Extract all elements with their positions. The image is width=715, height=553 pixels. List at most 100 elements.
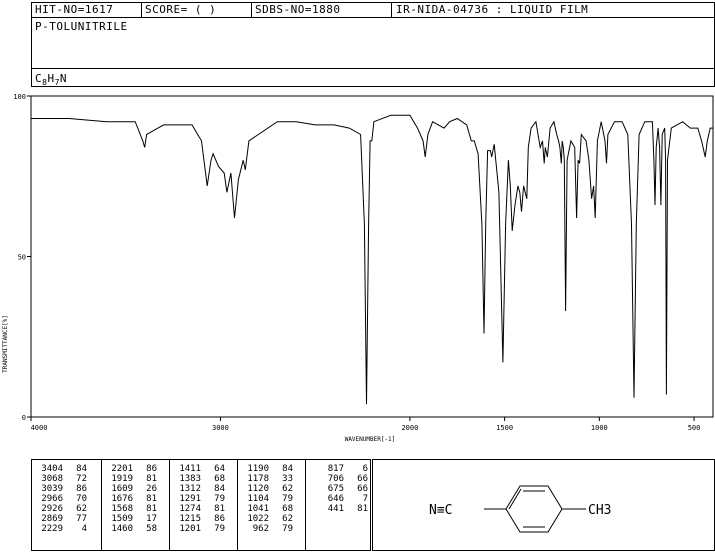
peak-transmittance: 86 xyxy=(146,464,157,474)
peak-wavenumber: 1291 xyxy=(179,494,201,504)
peak-row: 3068 72 xyxy=(35,474,87,484)
peak-wavenumber: 3039 xyxy=(41,484,63,494)
peak-row: 3039 86 xyxy=(35,484,87,494)
peak-transmittance: 26 xyxy=(146,484,157,494)
x-tick-label: 2000 xyxy=(401,424,418,432)
peak-wavenumber: 706 xyxy=(327,474,344,484)
plot-frame xyxy=(30,95,714,418)
ir-spectrum-chart: 4000 3000 2000 1500 1000 500 0 50 100 WAVENUMBER… xyxy=(2,93,714,443)
peak-row: 2966 70 xyxy=(35,494,87,504)
peak-transmittance: 86 xyxy=(76,484,87,494)
peak-transmittance: 17 xyxy=(146,514,157,524)
peak-column: 817 6 706 66 675 66 646 7 441 81 xyxy=(316,464,368,514)
compound-info-box xyxy=(31,17,715,87)
peak-wavenumber: 1460 xyxy=(111,524,133,534)
peak-transmittance: 79 xyxy=(282,494,293,504)
peak-transmittance: 62 xyxy=(76,504,87,514)
peak-wavenumber: 1022 xyxy=(247,514,269,524)
peak-transmittance: 81 xyxy=(146,474,157,484)
peak-wavenumber: 1201 xyxy=(179,524,201,534)
peak-transmittance: 7 xyxy=(362,494,368,504)
benzene-ring xyxy=(484,485,586,533)
peak-transmittance: 62 xyxy=(282,514,293,524)
peak-row: 1460 58 xyxy=(105,524,157,534)
peak-wavenumber: 1274 xyxy=(179,504,201,514)
peak-wavenumber: 2201 xyxy=(111,464,133,474)
peak-wavenumber: 1190 xyxy=(247,464,269,474)
compound-name: P-TOLUNITRILE xyxy=(35,20,128,33)
peak-transmittance: 79 xyxy=(282,524,293,534)
peak-wavenumber: 1676 xyxy=(111,494,133,504)
methyl-group: CH3 xyxy=(588,503,611,518)
peak-wavenumber: 1178 xyxy=(247,474,269,484)
peak-transmittance: 81 xyxy=(146,504,157,514)
peak-row: 1312 84 xyxy=(173,484,225,494)
peak-wavenumber: 1509 xyxy=(111,514,133,524)
peak-wavenumber: 1411 xyxy=(179,464,201,474)
peak-wavenumber: 646 xyxy=(327,494,344,504)
formula-n: N xyxy=(59,72,68,85)
peak-transmittance: 70 xyxy=(76,494,87,504)
peak-transmittance: 84 xyxy=(76,464,87,474)
peak-transmittance: 4 xyxy=(81,524,87,534)
peak-transmittance: 77 xyxy=(76,514,87,524)
peak-row: 1215 86 xyxy=(173,514,225,524)
peak-wavenumber: 1215 xyxy=(179,514,201,524)
peak-row: 441 81 xyxy=(316,504,368,514)
peak-wavenumber: 675 xyxy=(327,484,344,494)
peak-row: 2869 77 xyxy=(35,514,87,524)
peak-wavenumber: 1312 xyxy=(179,484,201,494)
peak-transmittance: 62 xyxy=(282,484,293,494)
peak-transmittance: 86 xyxy=(214,514,225,524)
x-tick-label: 4000 xyxy=(31,424,48,432)
hit-number: HIT-NO=1617 xyxy=(35,3,114,16)
peak-row: 1120 62 xyxy=(241,484,293,494)
peak-row: 1201 79 xyxy=(173,524,225,534)
peak-row: 3404 84 xyxy=(35,464,87,474)
peak-row: 1411 64 xyxy=(173,464,225,474)
peak-row: 1022 62 xyxy=(241,514,293,524)
ir-nida-method: IR-NIDA-04736 : LIQUID FILM xyxy=(396,3,589,16)
peak-row: 1919 81 xyxy=(105,474,157,484)
peak-wavenumber: 1041 xyxy=(247,504,269,514)
peak-wavenumber: 1919 xyxy=(111,474,133,484)
peak-transmittance: 68 xyxy=(282,504,293,514)
peak-row: 817 6 xyxy=(316,464,368,474)
peak-row: 1291 79 xyxy=(173,494,225,504)
peak-row: 1676 81 xyxy=(105,494,157,504)
peak-wavenumber: 3404 xyxy=(41,464,63,474)
peak-wavenumber: 2966 xyxy=(41,494,63,504)
peak-wavenumber: 962 xyxy=(252,524,269,534)
sdbs-number: SDBS-NO=1880 xyxy=(255,3,341,16)
peak-wavenumber: 441 xyxy=(327,504,344,514)
peak-row: 1104 79 xyxy=(241,494,293,504)
y-tick-label: 100 xyxy=(13,93,26,101)
peak-row: 1190 84 xyxy=(241,464,293,474)
peak-row: 675 66 xyxy=(316,484,368,494)
peak-transmittance: 79 xyxy=(214,524,225,534)
peak-wavenumber: 1104 xyxy=(247,494,269,504)
header-divider xyxy=(251,2,252,18)
x-tick-label: 500 xyxy=(688,424,701,432)
y-axis-label: TRANSMITTANCE[%] xyxy=(2,315,9,373)
peak-row: 962 79 xyxy=(241,524,293,534)
compound-info-divider xyxy=(31,68,715,69)
peak-row: 706 66 xyxy=(316,474,368,484)
peak-transmittance: 33 xyxy=(282,474,293,484)
y-tick-label: 0 xyxy=(22,414,26,422)
y-tick-label: 50 xyxy=(18,254,26,262)
molecular-formula: C8H7N xyxy=(35,72,67,87)
peak-wavenumber: 1568 xyxy=(111,504,133,514)
peak-transmittance: 79 xyxy=(214,494,225,504)
x-axis-label: WAVENUMBER[-1] xyxy=(345,436,396,443)
peak-transmittance: 84 xyxy=(282,464,293,474)
header-divider xyxy=(391,2,392,18)
peak-transmittance: 81 xyxy=(357,504,368,514)
x-tick-label: 1000 xyxy=(591,424,608,432)
structure-diagram: N≡C CH3 xyxy=(429,485,611,533)
peak-row: 1383 68 xyxy=(173,474,225,484)
peak-transmittance: 6 xyxy=(362,464,368,474)
peak-column-divider xyxy=(237,459,238,551)
peak-wavenumber: 1383 xyxy=(179,474,201,484)
peak-transmittance: 84 xyxy=(214,484,225,494)
